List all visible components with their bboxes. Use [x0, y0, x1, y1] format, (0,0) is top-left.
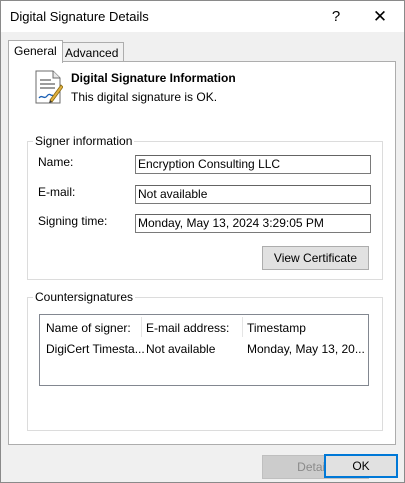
window-title: Digital Signature Details: [10, 9, 149, 24]
signer-group-legend: Signer information: [33, 134, 135, 148]
ok-button[interactable]: OK: [324, 454, 398, 478]
signing-time-label: Signing time:: [38, 214, 108, 228]
countersignatures-legend: Countersignatures: [33, 290, 136, 304]
email-label: E-mail:: [38, 185, 76, 199]
close-button[interactable]: ✕: [358, 1, 402, 32]
tab-general[interactable]: General: [8, 40, 63, 63]
column-divider[interactable]: [141, 317, 142, 337]
list-item-email[interactable]: Not available: [146, 342, 215, 356]
column-header-name[interactable]: Name of signer:: [46, 321, 131, 335]
countersignatures-list[interactable]: Name of signer: E-mail address: Timestam…: [39, 314, 369, 386]
countersignatures-group: Countersignatures Name of signer: E-mail…: [27, 290, 383, 479]
general-panel: Digital Signature Information This digit…: [8, 61, 396, 479]
view-certificate-button[interactable]: View Certificate: [262, 246, 369, 270]
list-item-signer-name[interactable]: DigiCert Timesta...: [46, 342, 145, 356]
email-field[interactable]: Not available: [135, 185, 371, 204]
column-divider[interactable]: [242, 317, 243, 337]
signing-time-field[interactable]: Monday, May 13, 2024 3:29:05 PM: [135, 214, 371, 233]
column-header-email[interactable]: E-mail address:: [146, 321, 229, 335]
column-header-timestamp[interactable]: Timestamp: [247, 321, 306, 335]
signature-info-heading: Digital Signature Information: [71, 71, 236, 85]
dialog-window: Digital Signature Details ? ✕ General Ad…: [0, 0, 405, 483]
signature-document-icon: [35, 70, 63, 104]
tab-advanced[interactable]: Advanced: [59, 42, 125, 63]
list-item-timestamp[interactable]: Monday, May 13, 20...: [247, 342, 365, 356]
signer-information-group: Signer information Name: Encryption Cons…: [27, 134, 383, 280]
name-field[interactable]: Encryption Consulting LLC: [135, 155, 371, 174]
name-label: Name:: [38, 155, 74, 169]
signature-status-text: This digital signature is OK.: [71, 90, 218, 104]
title-bar: Digital Signature Details ? ✕: [1, 1, 404, 32]
help-button[interactable]: ?: [314, 1, 358, 32]
